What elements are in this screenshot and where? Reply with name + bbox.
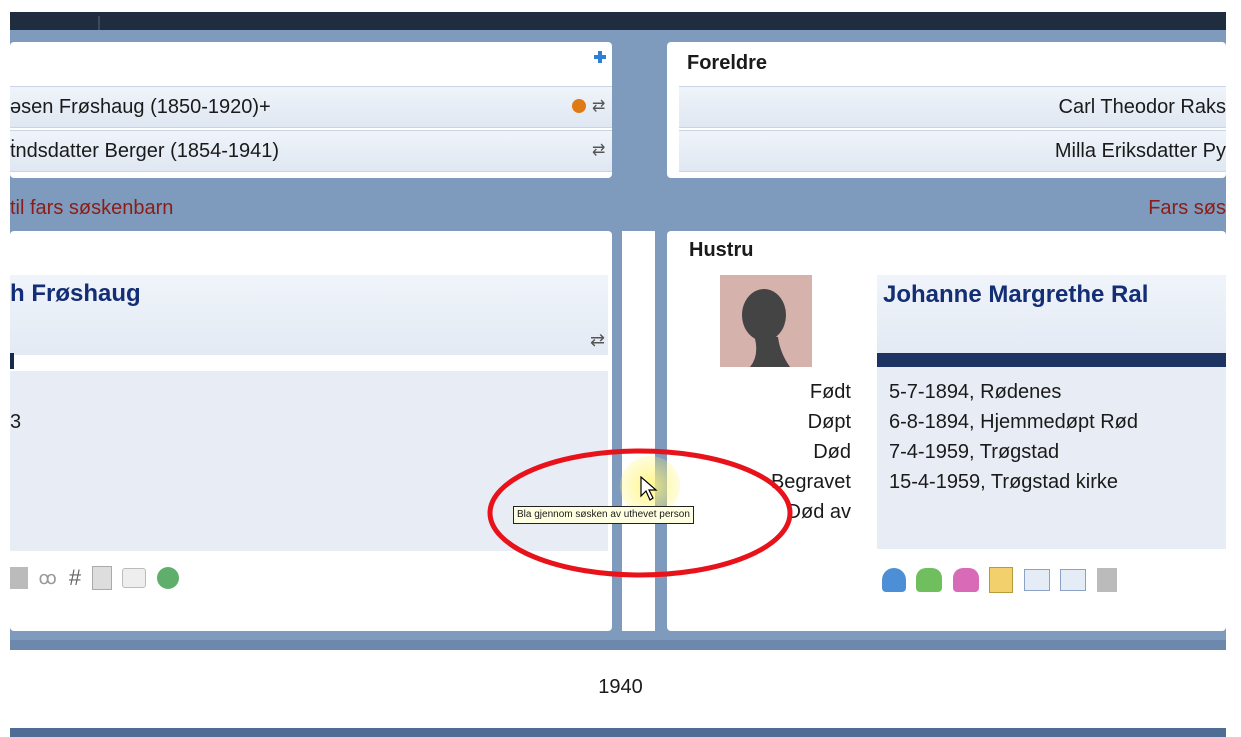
id-card-icon[interactable]	[1060, 569, 1087, 591]
parent-row-mother[interactable]: ṫndsdatter Berger (1854-1941) ⇄	[10, 130, 612, 172]
mother-name[interactable]: ṫndsdatter Berger (1854-1941)	[10, 131, 279, 171]
fact-value[interactable]: 6-8-1894, Hjemmedøpt Rød	[889, 407, 1226, 437]
book-icon[interactable]	[1096, 568, 1117, 592]
plus-icon[interactable]	[594, 50, 606, 63]
child-2-icon[interactable]	[916, 568, 943, 592]
fact-value[interactable]: 7-4-1959, Trøgstad	[889, 437, 1226, 467]
parent-row-father[interactable]: əsen Frøshaug (1850-1920)+ ⇄	[10, 86, 612, 128]
spouse-header: Johanne Margrethe Ral	[877, 275, 1226, 353]
book-icon[interactable]	[10, 567, 28, 589]
timeline-year: 1940	[598, 676, 643, 698]
person-name[interactable]: h Frøshaug	[10, 280, 141, 308]
cousin-navigation-bar: til fars søskenbarn Fars søs	[10, 194, 1226, 226]
child-4-icon[interactable]	[952, 568, 979, 592]
swap-arrows-icon[interactable]: ⇄	[590, 330, 605, 351]
fact-values: 5-7-1894, Rødenes 6-8-1894, Hjemmedøpt R…	[889, 377, 1226, 497]
fact-fragment: 3	[10, 411, 22, 433]
spouse-parent-row-father[interactable]: Carl Theodor Raks	[679, 86, 1226, 128]
spouse-mother-name[interactable]: Milla Eriksdatter Py	[1055, 140, 1226, 162]
swap-arrows-icon[interactable]: ⇄	[592, 87, 605, 127]
father-sibling-link-right[interactable]: Fars søs	[1148, 197, 1226, 220]
spouse-parent-row-mother[interactable]: Milla Eriksdatter Py	[679, 130, 1226, 172]
fact-label: Født	[809, 381, 851, 403]
father-name[interactable]: əsen Frøshaug (1850-1920)+	[10, 87, 271, 127]
spouse-header-divider	[877, 353, 1226, 367]
father-cousin-link-left[interactable]: til fars søskenbarn	[10, 197, 173, 220]
tooltip: Bla gjennom søsken av uthevet person	[513, 506, 694, 524]
spouse-name[interactable]: Johanne Margrethe Ral	[883, 281, 1148, 309]
spouse-label: Hustru	[689, 239, 754, 261]
hash-icon[interactable]: #	[69, 565, 81, 591]
card-icon[interactable]	[1023, 569, 1050, 591]
mouse-pointer-icon	[640, 476, 658, 501]
fact-value[interactable]: 15-4-1959, Trøgstad kirke	[889, 467, 1226, 497]
header-divider-stub	[10, 353, 14, 369]
right-parents-panel: Foreldre Carl Theodor Raks Milla Eriksda…	[667, 42, 1226, 178]
fact-value[interactable]: 5-7-1894, Rødenes	[889, 377, 1226, 407]
spouse-father-name[interactable]: Carl Theodor Raks	[1059, 96, 1226, 118]
timeline-top-border	[10, 640, 1226, 650]
user-icon[interactable]	[156, 567, 179, 589]
timeline-bottom-border	[10, 728, 1226, 737]
person-silhouette-icon[interactable]	[720, 275, 812, 367]
note-icon[interactable]	[122, 568, 147, 588]
fact-label: Døpt	[807, 411, 851, 433]
left-parents-panel: əsen Frøshaug (1850-1920)+ ⇄ ṫndsdatter …	[10, 42, 612, 178]
people-icon[interactable]: ꝏ	[38, 568, 58, 588]
document-icon[interactable]	[91, 566, 112, 590]
spouse-toolbar	[882, 567, 1226, 607]
person-header: h Frøshaug ⇄	[10, 275, 608, 355]
info-badge-icon[interactable]	[572, 99, 586, 113]
swap-arrows-icon[interactable]: ⇄	[592, 131, 605, 171]
parents-label: Foreldre	[687, 52, 768, 74]
child-1-icon[interactable]	[882, 568, 906, 592]
note-icon[interactable]	[989, 567, 1014, 593]
